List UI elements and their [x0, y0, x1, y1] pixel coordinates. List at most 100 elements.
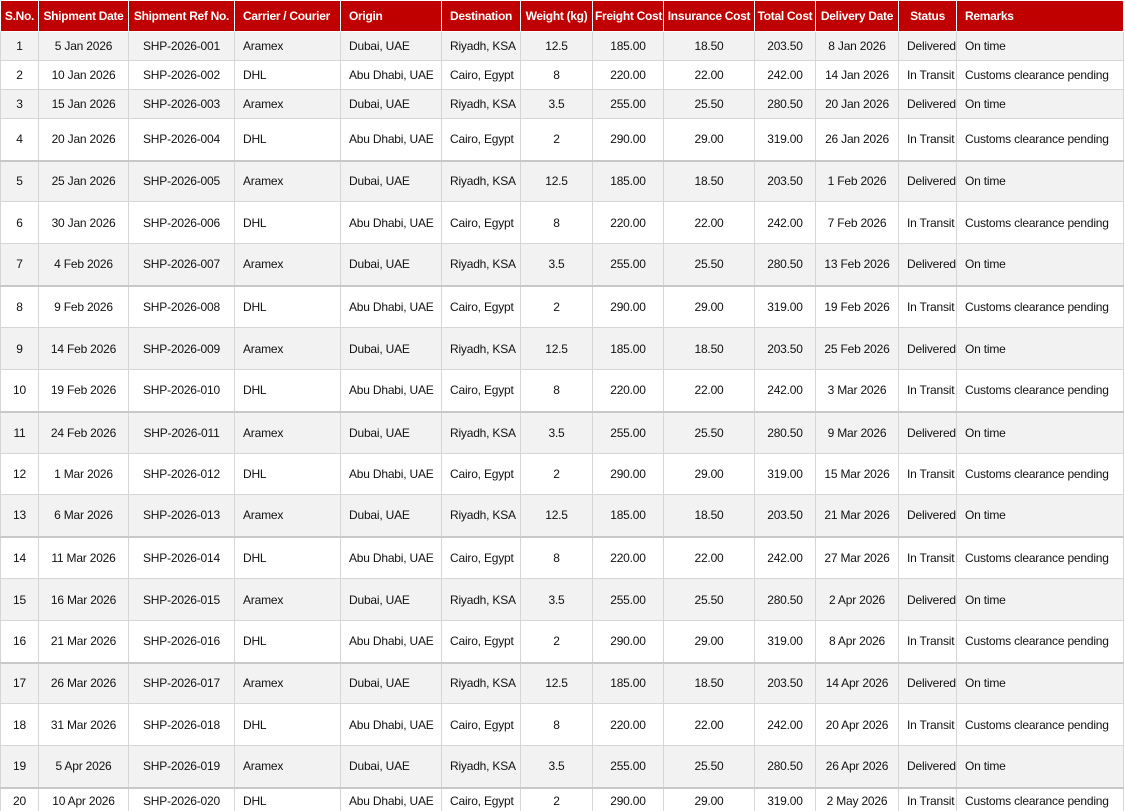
carrier-cell[interactable]: Aramex — [234, 745, 341, 788]
delivery-date-cell[interactable]: 13 Feb 2026 — [815, 243, 899, 286]
carrier-cell[interactable]: Aramex — [234, 494, 341, 537]
shipment-ref-cell[interactable]: SHP-2026-006 — [128, 201, 235, 244]
destination-cell[interactable]: Riyadh, KSA — [441, 31, 521, 61]
weight-cell[interactable]: 12.5 — [520, 31, 593, 61]
column-header-origin[interactable]: Origin — [340, 0, 442, 32]
insurance-cost-cell[interactable]: 29.00 — [663, 118, 755, 161]
status-cell[interactable]: Delivered — [898, 159, 957, 202]
sno-cell[interactable]: 9 — [0, 327, 39, 370]
shipment-ref-cell[interactable]: SHP-2026-005 — [128, 159, 235, 202]
sno-cell[interactable]: 16 — [0, 620, 39, 663]
remarks-cell[interactable]: Customs clearance pending — [956, 201, 1124, 244]
status-cell[interactable]: In Transit — [898, 535, 957, 579]
delivery-date-cell[interactable]: 26 Jan 2026 — [815, 118, 899, 161]
carrier-cell[interactable]: DHL — [234, 201, 341, 244]
sno-cell[interactable]: 20 — [0, 786, 39, 811]
delivery-date-cell[interactable]: 26 Apr 2026 — [815, 745, 899, 788]
destination-cell[interactable]: Cairo, Egypt — [441, 703, 521, 746]
destination-cell[interactable]: Riyadh, KSA — [441, 410, 521, 454]
weight-cell[interactable]: 2 — [520, 453, 593, 495]
status-cell[interactable]: Delivered — [898, 745, 957, 788]
shipment-date-cell[interactable]: 21 Mar 2026 — [38, 620, 129, 663]
remarks-cell[interactable]: On time — [956, 89, 1124, 119]
status-cell[interactable]: In Transit — [898, 60, 957, 90]
weight-cell[interactable]: 8 — [520, 369, 593, 412]
freight-cost-cell[interactable]: 255.00 — [592, 410, 664, 454]
origin-cell[interactable]: Dubai, UAE — [340, 31, 442, 61]
insurance-cost-cell[interactable]: 22.00 — [663, 60, 755, 90]
column-header-status[interactable]: Status — [898, 0, 957, 32]
shipment-date-cell[interactable]: 25 Jan 2026 — [38, 159, 129, 202]
shipment-date-cell[interactable]: 10 Jan 2026 — [38, 60, 129, 90]
sno-cell[interactable]: 8 — [0, 284, 39, 328]
carrier-cell[interactable]: DHL — [234, 284, 341, 328]
remarks-cell[interactable]: On time — [956, 31, 1124, 61]
status-cell[interactable]: Delivered — [898, 410, 957, 454]
delivery-date-cell[interactable]: 3 Mar 2026 — [815, 369, 899, 412]
weight-cell[interactable]: 3.5 — [520, 89, 593, 119]
carrier-cell[interactable]: DHL — [234, 453, 341, 495]
insurance-cost-cell[interactable]: 25.50 — [663, 410, 755, 454]
status-cell[interactable]: Delivered — [898, 327, 957, 370]
table-row[interactable]: 11 24 Feb 2026 SHP-2026-011 Aramex Dubai, UA… — [0, 410, 1124, 454]
destination-cell[interactable]: Riyadh, KSA — [441, 661, 521, 704]
delivery-date-cell[interactable]: 14 Apr 2026 — [815, 661, 899, 704]
shipment-date-cell[interactable]: 1 Mar 2026 — [38, 453, 129, 495]
shipment-date-cell[interactable]: 5 Jan 2026 — [38, 31, 129, 61]
delivery-date-cell[interactable]: 8 Jan 2026 — [815, 31, 899, 61]
origin-cell[interactable]: Dubai, UAE — [340, 745, 442, 788]
freight-cost-cell[interactable]: 220.00 — [592, 703, 664, 746]
freight-cost-cell[interactable]: 185.00 — [592, 661, 664, 704]
freight-cost-cell[interactable]: 255.00 — [592, 89, 664, 119]
delivery-date-cell[interactable]: 20 Apr 2026 — [815, 703, 899, 746]
table-row[interactable]: 13 6 Mar 2026 SHP-2026-013 Aramex Dubai, UAE… — [0, 494, 1124, 537]
carrier-cell[interactable]: DHL — [234, 60, 341, 90]
destination-cell[interactable]: Riyadh, KSA — [441, 578, 521, 621]
table-row[interactable]: 10 19 Feb 2026 SHP-2026-010 DHL Abu Dhabi, U… — [0, 369, 1124, 412]
shipment-ref-cell[interactable]: SHP-2026-001 — [128, 31, 235, 61]
status-cell[interactable]: In Transit — [898, 118, 957, 161]
weight-cell[interactable]: 12.5 — [520, 159, 593, 202]
carrier-cell[interactable]: DHL — [234, 369, 341, 412]
remarks-cell[interactable]: On time — [956, 494, 1124, 537]
remarks-cell[interactable]: Customs clearance pending — [956, 703, 1124, 746]
shipment-ref-cell[interactable]: SHP-2026-009 — [128, 327, 235, 370]
remarks-cell[interactable]: Customs clearance pending — [956, 620, 1124, 663]
table-row[interactable]: 17 26 Mar 2026 SHP-2026-017 Aramex Dubai, UA… — [0, 661, 1124, 704]
insurance-cost-cell[interactable]: 29.00 — [663, 786, 755, 811]
insurance-cost-cell[interactable]: 25.50 — [663, 745, 755, 788]
status-cell[interactable]: Delivered — [898, 494, 957, 537]
shipment-ref-cell[interactable]: SHP-2026-016 — [128, 620, 235, 663]
shipment-ref-cell[interactable]: SHP-2026-017 — [128, 661, 235, 704]
carrier-cell[interactable]: DHL — [234, 620, 341, 663]
status-cell[interactable]: In Transit — [898, 453, 957, 495]
freight-cost-cell[interactable]: 185.00 — [592, 327, 664, 370]
sno-cell[interactable]: 4 — [0, 118, 39, 161]
total-cost-cell[interactable]: 280.50 — [754, 578, 816, 621]
weight-cell[interactable]: 8 — [520, 703, 593, 746]
shipment-date-cell[interactable]: 30 Jan 2026 — [38, 201, 129, 244]
insurance-cost-cell[interactable]: 22.00 — [663, 369, 755, 412]
total-cost-cell[interactable]: 280.50 — [754, 89, 816, 119]
freight-cost-cell[interactable]: 220.00 — [592, 535, 664, 579]
shipment-date-cell[interactable]: 4 Feb 2026 — [38, 243, 129, 286]
remarks-cell[interactable]: On time — [956, 410, 1124, 454]
freight-cost-cell[interactable]: 220.00 — [592, 369, 664, 412]
insurance-cost-cell[interactable]: 29.00 — [663, 284, 755, 328]
status-cell[interactable]: In Transit — [898, 620, 957, 663]
sno-cell[interactable]: 18 — [0, 703, 39, 746]
sno-cell[interactable]: 19 — [0, 745, 39, 788]
destination-cell[interactable]: Cairo, Egypt — [441, 118, 521, 161]
weight-cell[interactable]: 8 — [520, 60, 593, 90]
weight-cell[interactable]: 2 — [520, 620, 593, 663]
table-row[interactable]: 12 1 Mar 2026 SHP-2026-012 DHL Abu Dhabi, UA… — [0, 453, 1124, 495]
insurance-cost-cell[interactable]: 18.50 — [663, 661, 755, 704]
weight-cell[interactable]: 3.5 — [520, 578, 593, 621]
remarks-cell[interactable]: Customs clearance pending — [956, 284, 1124, 328]
shipment-date-cell[interactable]: 11 Mar 2026 — [38, 535, 129, 579]
insurance-cost-cell[interactable]: 22.00 — [663, 201, 755, 244]
shipment-date-cell[interactable]: 15 Jan 2026 — [38, 89, 129, 119]
weight-cell[interactable]: 3.5 — [520, 243, 593, 286]
origin-cell[interactable]: Abu Dhabi, UAE — [340, 535, 442, 579]
total-cost-cell[interactable]: 319.00 — [754, 453, 816, 495]
